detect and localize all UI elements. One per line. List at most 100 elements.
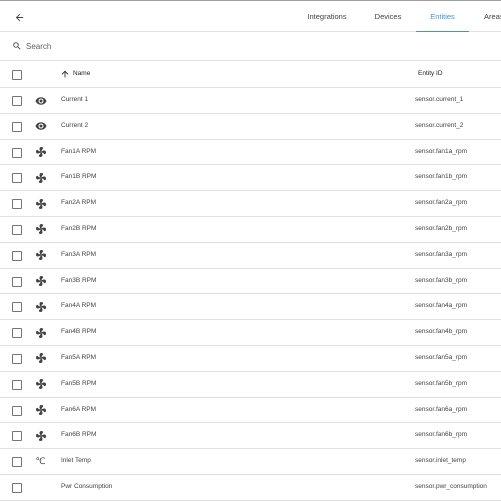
entity-name: Fan5A RPM bbox=[61, 353, 97, 361]
entity-name: Pwr Consumption bbox=[61, 482, 113, 490]
entity-id: sensor.fan3a_rpm bbox=[415, 250, 468, 258]
entity-name: Fan1B RPM bbox=[61, 173, 97, 181]
entity-name: Fan2A RPM bbox=[61, 199, 97, 207]
search-input[interactable] bbox=[26, 39, 326, 53]
celsius-icon: ℃ bbox=[35, 456, 46, 467]
eye-icon bbox=[34, 94, 47, 107]
table-header: Name Entity ID bbox=[0, 61, 501, 88]
entity-id: sensor.fan3b_rpm bbox=[415, 276, 468, 284]
entity-id: sensor.fan4b_rpm bbox=[415, 328, 468, 336]
tab-integrations[interactable]: Integrations bbox=[300, 1, 354, 32]
row-checkbox[interactable] bbox=[12, 431, 22, 442]
entity-name: Fan2B RPM bbox=[61, 224, 97, 232]
entity-name: Fan6B RPM bbox=[61, 431, 97, 439]
table-row[interactable]: Fan2A RPM sensor.fan2a_rpm bbox=[0, 191, 501, 217]
tab-entities[interactable]: Entities bbox=[416, 1, 469, 33]
entity-id: sensor.inlet_temp bbox=[415, 457, 466, 465]
eye-icon bbox=[34, 120, 47, 133]
fan-icon bbox=[34, 352, 47, 365]
entity-name: Fan4B RPM bbox=[61, 328, 97, 336]
arrow-up-icon[interactable] bbox=[60, 69, 70, 79]
fan-icon bbox=[34, 326, 47, 339]
search-bar bbox=[0, 32, 501, 61]
table-row[interactable]: Fan3A RPM sensor.fan3a_rpm bbox=[0, 242, 501, 269]
entity-id: sensor.current_1 bbox=[415, 96, 464, 103]
table-row[interactable]: Fan6A RPM sensor.fan6a_rpm bbox=[0, 397, 501, 424]
top-toolbar: Integrations Devices Entities Areas bbox=[0, 0, 501, 33]
row-checkbox[interactable] bbox=[12, 224, 22, 235]
row-checkbox[interactable] bbox=[12, 96, 22, 106]
table-row[interactable]: Fan3B RPM sensor.fan3b_rpm bbox=[0, 268, 501, 295]
entity-id: sensor.fan1b_rpm bbox=[415, 173, 468, 181]
table-row[interactable]: Fan4A RPM sensor.fan4a_rpm bbox=[0, 294, 501, 321]
fan-icon bbox=[34, 378, 47, 391]
entity-name: Inlet Temp bbox=[61, 457, 91, 465]
entity-id: sensor.fan2a_rpm bbox=[415, 199, 468, 207]
entity-name: Fan3A RPM bbox=[61, 250, 97, 258]
fan-icon bbox=[34, 249, 47, 262]
row-checkbox[interactable] bbox=[12, 302, 22, 313]
fan-icon bbox=[34, 197, 47, 210]
table-row[interactable]: Pwr Consumption sensor.pwr_consumption bbox=[0, 474, 501, 501]
table-row[interactable]: Fan6B RPM sensor.fan6b_rpm bbox=[0, 423, 501, 450]
fan-icon bbox=[34, 223, 47, 236]
entity-name: Fan5B RPM bbox=[61, 379, 97, 387]
row-checkbox[interactable] bbox=[12, 147, 22, 158]
fan-icon bbox=[34, 300, 47, 313]
row-checkbox[interactable] bbox=[12, 173, 22, 184]
fan-icon bbox=[34, 146, 47, 159]
entity-id: sensor.fan1a_rpm bbox=[415, 147, 468, 155]
table-row[interactable]: Current 2 sensor.current_2 bbox=[0, 113, 501, 140]
row-checkbox[interactable] bbox=[12, 121, 22, 132]
blank-icon bbox=[34, 481, 47, 494]
entity-name: Fan1A RPM bbox=[61, 147, 97, 155]
table-row[interactable]: Fan5A RPM sensor.fan5a_rpm bbox=[0, 345, 501, 372]
entity-id: sensor.pwr_consumption bbox=[415, 482, 487, 490]
select-all-checkbox[interactable] bbox=[12, 70, 22, 80]
entity-name: Fan6A RPM bbox=[61, 405, 97, 413]
row-checkbox[interactable] bbox=[12, 405, 22, 416]
entity-list: Current 1 sensor.current_1 Current 2 sen… bbox=[0, 88, 501, 501]
fan-icon bbox=[34, 171, 47, 184]
row-checkbox[interactable] bbox=[12, 379, 22, 390]
search-icon bbox=[13, 42, 21, 50]
table-row[interactable]: ℃ Inlet Temp sensor.inlet_temp bbox=[0, 449, 501, 475]
row-checkbox[interactable] bbox=[12, 250, 22, 261]
row-checkbox[interactable] bbox=[12, 199, 22, 210]
entity-name: Current 2 bbox=[61, 121, 89, 129]
tab-label: Entities bbox=[430, 12, 455, 21]
tab-label: Devices bbox=[374, 12, 402, 21]
arrow-left-icon bbox=[15, 13, 23, 21]
tab-label: Integrations bbox=[307, 12, 347, 21]
table-row[interactable]: Fan4B RPM sensor.fan4b_rpm bbox=[0, 320, 501, 346]
entity-name: Fan3B RPM bbox=[61, 276, 97, 284]
entity-id: sensor.fan5b_rpm bbox=[415, 379, 468, 387]
tab-label: Areas bbox=[484, 12, 501, 21]
table-row[interactable]: Current 1 sensor.current_1 bbox=[0, 88, 501, 114]
tab-areas[interactable]: Areas bbox=[484, 1, 501, 32]
entity-name: Current 1 bbox=[61, 96, 89, 103]
entity-id: sensor.current_2 bbox=[415, 121, 464, 129]
table-row[interactable]: Fan1A RPM sensor.fan1a_rpm bbox=[0, 139, 501, 166]
row-checkbox[interactable] bbox=[12, 482, 22, 493]
column-header-entity-id[interactable]: Entity ID bbox=[418, 70, 443, 77]
table-row[interactable]: Fan1B RPM sensor.fan1b_rpm bbox=[0, 165, 501, 192]
entity-id: sensor.fan5a_rpm bbox=[415, 353, 468, 361]
tab-devices[interactable]: Devices bbox=[362, 1, 414, 32]
row-checkbox[interactable] bbox=[12, 276, 22, 287]
fan-icon bbox=[34, 275, 47, 288]
entity-id: sensor.fan2b_rpm bbox=[415, 224, 468, 232]
table-row[interactable]: Fan5B RPM sensor.fan5b_rpm bbox=[0, 371, 501, 398]
row-checkbox[interactable] bbox=[12, 457, 22, 468]
column-header-name[interactable]: Name bbox=[73, 70, 90, 77]
back-button[interactable] bbox=[10, 8, 28, 26]
fan-icon bbox=[34, 429, 47, 442]
entity-id: sensor.fan4a_rpm bbox=[415, 302, 468, 310]
table-row[interactable]: Fan2B RPM sensor.fan2b_rpm bbox=[0, 216, 501, 243]
entity-id: sensor.fan6a_rpm bbox=[415, 405, 468, 413]
entity-id: sensor.fan6b_rpm bbox=[415, 431, 468, 439]
entity-name: Fan4A RPM bbox=[61, 302, 97, 310]
row-checkbox[interactable] bbox=[12, 353, 22, 364]
row-checkbox[interactable] bbox=[12, 328, 22, 339]
fan-icon bbox=[34, 404, 47, 417]
